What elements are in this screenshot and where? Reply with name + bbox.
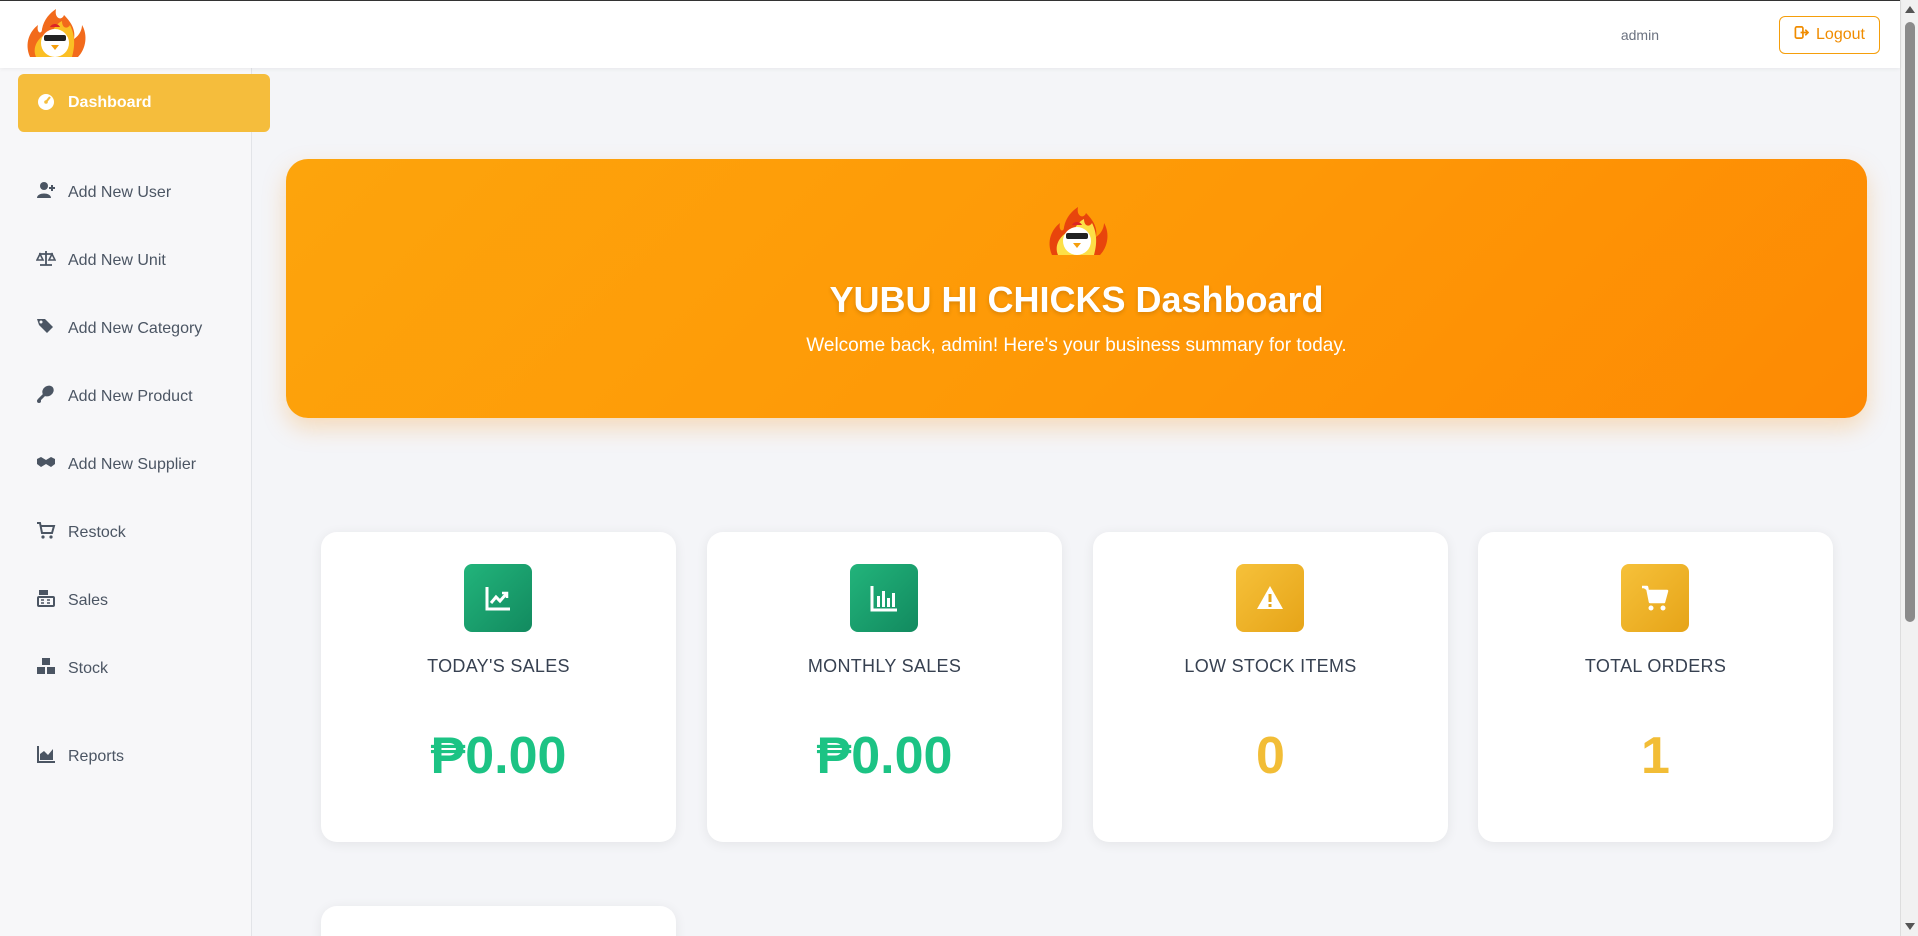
warning-icon [1236, 564, 1304, 632]
sidebar-item-label: Add New Product [68, 387, 193, 405]
stat-card-todays-sales: TODAY'S SALES ₱0.00 [321, 532, 676, 842]
page-scrollbar[interactable] [1900, 0, 1918, 936]
sidebar: Dashboard Add New User Add New Unit Add … [0, 68, 270, 936]
tags-icon [36, 316, 56, 341]
sidebar-item-add-new-supplier[interactable]: Add New Supplier [36, 452, 196, 477]
welcome-message: Welcome back, admin! Here's your busines… [806, 335, 1347, 356]
user-plus-icon [36, 180, 56, 205]
sidebar-item-label: Add New User [68, 183, 172, 201]
sidebar-item-label: Sales [68, 591, 109, 609]
cart-icon [36, 520, 56, 545]
sidebar-item-dashboard[interactable]: Dashboard [18, 74, 270, 132]
stat-card-low-stock-items: LOW STOCK ITEMS 0 [1093, 532, 1448, 842]
card-label: LOW STOCK ITEMS [1184, 656, 1357, 676]
sidebar-item-restock[interactable]: Restock [36, 520, 126, 545]
sidebar-item-label: Add New Unit [68, 251, 166, 269]
flaming-chick-logo[interactable] [20, 5, 90, 65]
sidebar-item-label: Stock [68, 659, 109, 677]
card-label: TOTAL ORDERS [1584, 656, 1727, 676]
sidebar-item-reports[interactable]: Reports [36, 744, 124, 769]
sidebar-item-sales[interactable]: Sales [36, 588, 108, 613]
card-value: ₱0.00 [816, 727, 953, 785]
scrollbar-thumb[interactable] [1905, 22, 1915, 622]
welcome-banner: YUBU HI CHICKS Dashboard Welcome back, a… [286, 159, 1867, 418]
boxes-icon [36, 656, 56, 681]
card-label: MONTHLY SALES [807, 656, 962, 676]
sidebar-item-label: Dashboard [68, 94, 152, 111]
cash-register-icon [36, 588, 56, 613]
sidebar-item-add-new-category[interactable]: Add New Category [36, 316, 202, 341]
card-value: 1 [1641, 727, 1670, 785]
sidebar-item-add-new-unit[interactable]: Add New Unit [35, 248, 166, 273]
sidebar-item-label: Add New Supplier [68, 455, 197, 473]
chart-area-icon [36, 744, 56, 769]
handshake-icon [36, 452, 56, 477]
stat-card-monthly-sales: MONTHLY SALES ₱0.00 [707, 532, 1062, 842]
drumstick-icon [36, 384, 56, 409]
sidebar-item-add-new-user[interactable]: Add New User [36, 180, 171, 205]
card-label: TODAY'S SALES [427, 656, 570, 676]
chart-line-icon [464, 564, 532, 632]
card-value: ₱0.00 [430, 727, 567, 785]
sidebar-item-label: Restock [68, 523, 126, 541]
scroll-up-arrow-icon[interactable] [1905, 6, 1915, 13]
sidebar-item-label: Reports [68, 747, 125, 765]
chart-bar-icon [850, 564, 918, 632]
sidebar-item-stock[interactable]: Stock [36, 656, 108, 681]
stat-card-total-orders: TOTAL ORDERS 1 [1478, 532, 1833, 842]
sidebar-item-label: Add New Category [68, 319, 203, 337]
sign-out-icon [1794, 25, 1810, 45]
flaming-chick-logo [1042, 203, 1112, 263]
balance-scale-icon [35, 248, 57, 273]
card-value: 0 [1256, 727, 1285, 785]
scroll-down-arrow-icon[interactable] [1905, 923, 1915, 930]
tachometer-icon [36, 91, 56, 116]
top-navbar: admin Logout [0, 0, 1900, 68]
user-name: admin [1620, 27, 1659, 43]
shopping-cart-icon [1621, 564, 1689, 632]
dashboard-title: YUBU HI CHICKS Dashboard [829, 279, 1324, 320]
logout-button[interactable]: Logout [1779, 16, 1880, 54]
stat-card-partial [321, 906, 676, 936]
logout-label: Logout [1816, 26, 1865, 43]
sidebar-item-add-new-product[interactable]: Add New Product [36, 384, 193, 409]
